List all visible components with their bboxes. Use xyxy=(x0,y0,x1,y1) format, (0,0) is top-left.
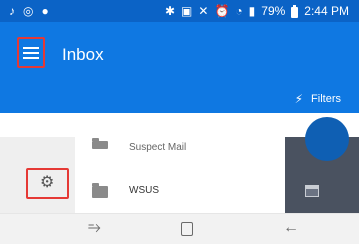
alarm-icon: ⏰ xyxy=(214,4,230,18)
android-nav-bar: ⥱ ← xyxy=(0,213,359,244)
status-left-icons: ♪ ◎ ● xyxy=(9,3,49,19)
bluetooth-icon: ✱ xyxy=(164,4,176,18)
music-icon: ♪ xyxy=(9,4,15,18)
filters-label: Filters xyxy=(311,93,341,105)
left-pane: ⚙ xyxy=(0,137,75,213)
message-icon: ● xyxy=(41,4,49,18)
gear-icon: ⚙ xyxy=(40,174,55,191)
back-arrow-icon[interactable]: ← xyxy=(283,220,299,236)
folder-list: Suspect Mail WSUS xyxy=(75,137,285,213)
page-title: Inbox xyxy=(62,45,104,64)
menu-button[interactable] xyxy=(17,37,45,68)
folder-label: WSUS xyxy=(129,185,159,196)
recent-apps-icon[interactable]: ⥱ xyxy=(88,220,101,236)
calendar-icon[interactable] xyxy=(305,185,319,197)
folder-item-suspect-mail[interactable]: Suspect Mail xyxy=(75,138,285,167)
folder-icon xyxy=(92,183,108,198)
filters-button[interactable]: ⚡ Filters xyxy=(295,93,341,105)
folder-icon xyxy=(92,138,108,149)
battery-icon xyxy=(291,4,299,18)
right-pane-overlay xyxy=(285,117,359,213)
main-content: ⚙ Suspect Mail WSUS xyxy=(0,117,359,213)
status-right: ✱ ▣ ✕ ⏰ ◔ ▮ 79% 2:44 PM xyxy=(165,3,349,19)
nfc-icon: ▣ xyxy=(181,4,193,18)
bolt-icon: ⚡ xyxy=(294,92,304,106)
folder-label: Suspect Mail xyxy=(129,142,187,153)
wifi-icon: ◔ xyxy=(235,4,243,18)
folder-item-wsus[interactable]: WSUS xyxy=(75,182,285,204)
app-icon: ◎ xyxy=(23,4,34,18)
app-bar: Inbox ⚡ Filters xyxy=(0,22,359,113)
battery-text: 79% xyxy=(261,4,286,18)
hamburger-menu-icon xyxy=(23,47,39,59)
mute-icon: ✕ xyxy=(198,4,209,18)
signal-icon: ▮ xyxy=(248,4,256,18)
compose-fab[interactable] xyxy=(305,117,349,161)
home-button-icon[interactable] xyxy=(181,222,193,236)
status-bar: ♪ ◎ ● ✱ ▣ ✕ ⏰ ◔ ▮ 79% 2:44 PM xyxy=(0,0,359,22)
status-time: 2:44 PM xyxy=(304,4,349,18)
settings-button[interactable]: ⚙ xyxy=(26,168,69,199)
